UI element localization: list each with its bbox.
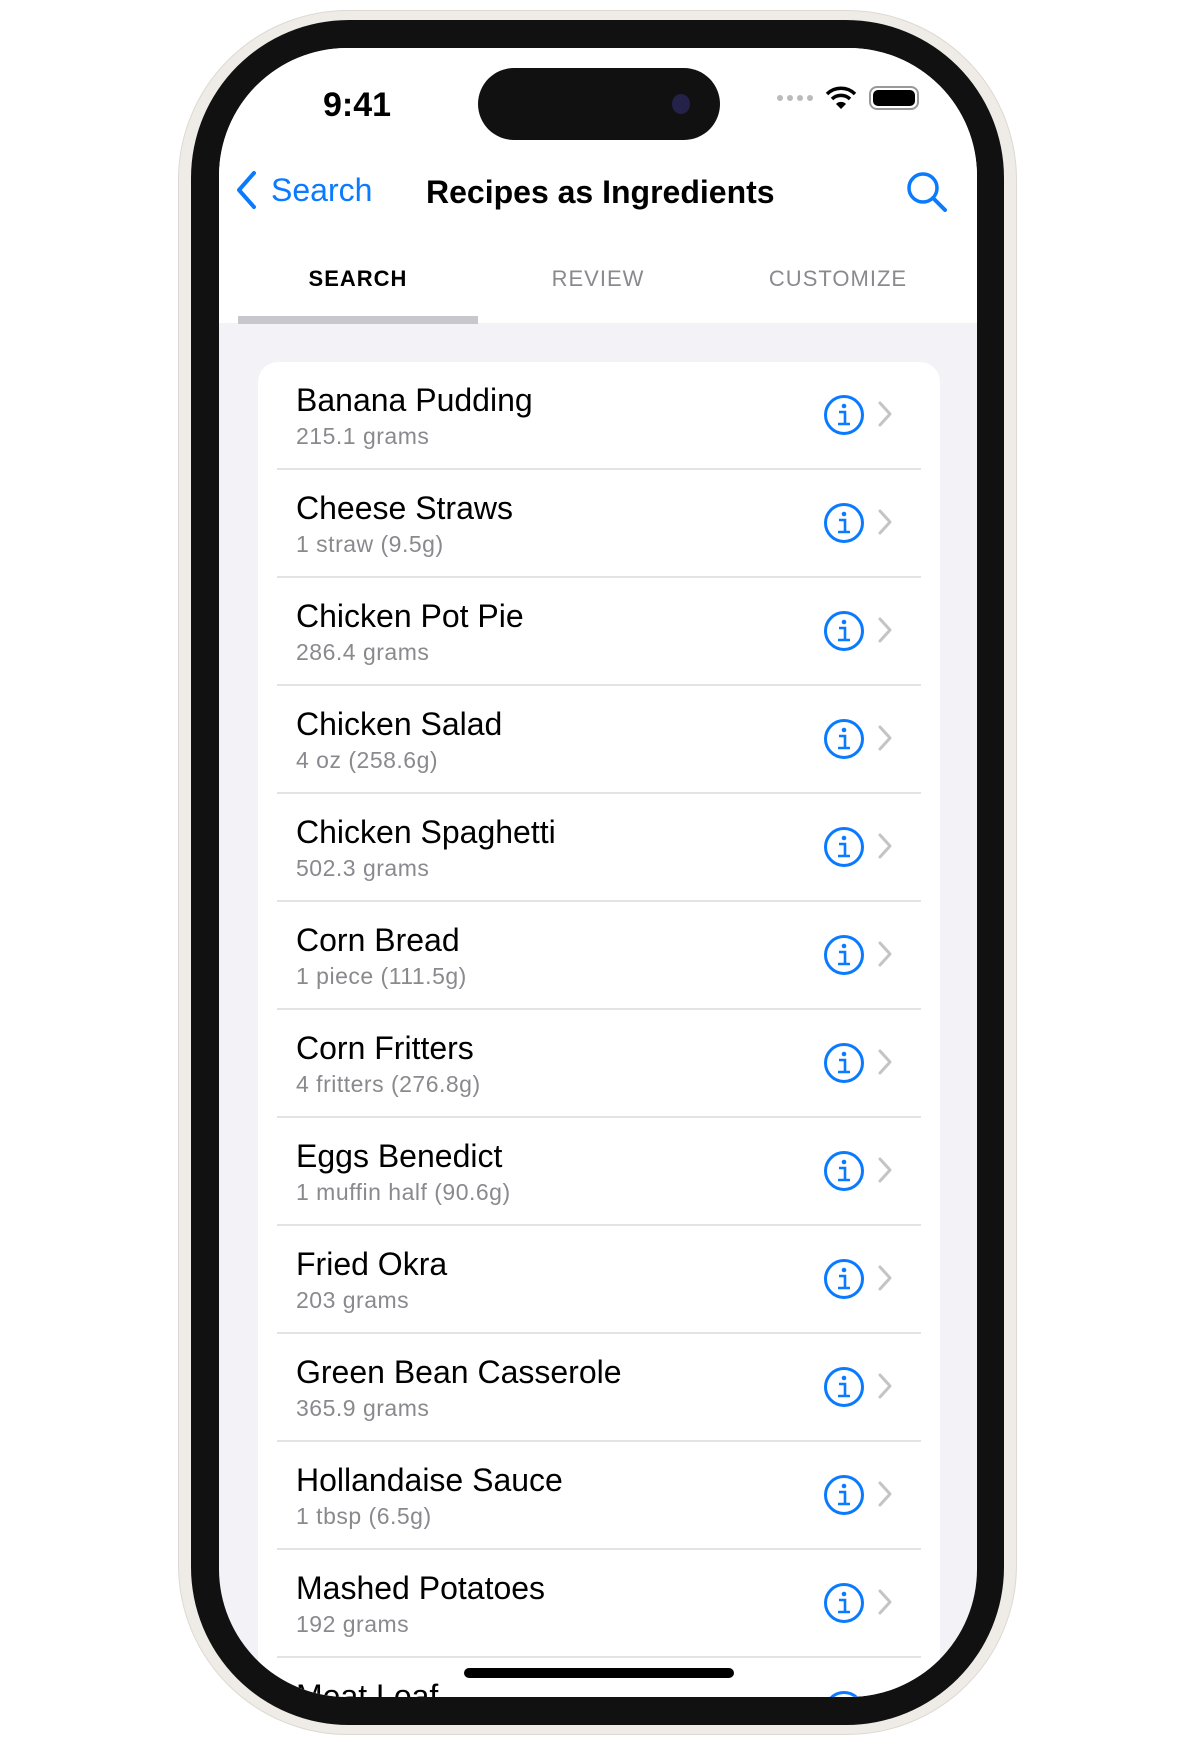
info-icon[interactable]	[823, 1366, 865, 1408]
info-icon[interactable]	[823, 502, 865, 544]
recipe-serving: 192 grams	[296, 1611, 410, 1637]
back-button[interactable]: Search	[235, 170, 372, 210]
list-item[interactable]: Chicken Salad 4 oz (258.6g)	[277, 686, 921, 794]
recipe-serving: 1 tbsp (6.5g)	[296, 1503, 432, 1529]
recipe-name: Fried Okra	[296, 1246, 448, 1282]
status-time: 9:41	[323, 86, 392, 124]
chevron-right-icon	[878, 1049, 892, 1075]
list-item[interactable]: Cheese Straws 1 straw (9.5g)	[277, 470, 921, 578]
list-item[interactable]: Hollandaise Sauce 1 tbsp (6.5g)	[277, 1442, 921, 1550]
recipe-serving: 215.1 grams	[296, 423, 430, 449]
signal-icon	[777, 95, 813, 101]
chevron-right-icon	[878, 1481, 892, 1507]
recipe-serving: 365.9 grams	[296, 1395, 430, 1421]
list-item[interactable]: Corn Fritters 4 fritters (276.8g)	[277, 1010, 921, 1118]
chevron-right-icon	[878, 1589, 892, 1615]
list-item[interactable]: Mashed Potatoes 192 grams	[277, 1550, 921, 1658]
recipe-serving: 1 muffin half (90.6g)	[296, 1179, 511, 1205]
chevron-right-icon	[878, 1265, 892, 1291]
recipe-name: Banana Pudding	[296, 382, 533, 418]
info-icon[interactable]	[823, 826, 865, 868]
recipe-serving: 4 oz (258.6g)	[296, 747, 439, 773]
info-icon[interactable]	[823, 718, 865, 760]
search-icon[interactable]	[905, 170, 949, 214]
chevron-right-icon	[878, 725, 892, 751]
list-item[interactable]: Banana Pudding 215.1 grams	[277, 362, 921, 470]
list-item[interactable]: Fried Okra 203 grams	[277, 1226, 921, 1334]
chevron-right-icon	[878, 941, 892, 967]
chevron-right-icon	[878, 401, 892, 427]
info-icon[interactable]	[823, 1690, 865, 1697]
list-item[interactable]: Eggs Benedict 1 muffin half (90.6g)	[277, 1118, 921, 1226]
header: 9:41 Search Recipes as Ingredients SEARC…	[219, 48, 977, 324]
info-icon[interactable]	[823, 610, 865, 652]
recipe-serving: 286.4 grams	[296, 639, 430, 665]
list-item[interactable]: Chicken Spaghetti 502.3 grams	[277, 794, 921, 902]
info-icon[interactable]	[823, 394, 865, 436]
list-item[interactable]: Corn Bread 1 piece (111.5g)	[277, 902, 921, 1010]
screen: 9:41 Search Recipes as Ingredients SEARC…	[219, 48, 977, 1697]
camera-icon	[672, 94, 690, 114]
info-icon[interactable]	[823, 1258, 865, 1300]
recipe-name: Chicken Salad	[296, 706, 503, 742]
tab-search[interactable]: SEARCH	[238, 266, 478, 292]
list-item[interactable]: Chicken Pot Pie 286.4 grams	[277, 578, 921, 686]
recipe-name: Chicken Pot Pie	[296, 598, 524, 634]
status-icons	[777, 86, 919, 110]
recipe-name: Hollandaise Sauce	[296, 1462, 563, 1498]
recipe-name: Cheese Straws	[296, 490, 513, 526]
battery-icon	[869, 86, 919, 110]
recipe-serving: 4 fritters (276.8g)	[296, 1071, 481, 1097]
chevron-left-icon	[237, 171, 256, 209]
home-indicator[interactable]	[464, 1668, 734, 1678]
recipe-name: Chicken Spaghetti	[296, 814, 556, 850]
info-icon[interactable]	[823, 934, 865, 976]
info-icon[interactable]	[823, 1474, 865, 1516]
list-item[interactable]: Green Bean Casserole 365.9 grams	[277, 1334, 921, 1442]
recipe-name: Green Bean Casserole	[296, 1354, 622, 1390]
recipe-serving: 203 grams	[296, 1287, 410, 1313]
recipe-serving: 1 straw (9.5g)	[296, 531, 444, 557]
info-icon[interactable]	[823, 1150, 865, 1192]
chevron-right-icon	[878, 1373, 892, 1399]
info-icon[interactable]	[823, 1042, 865, 1084]
tab-review[interactable]: REVIEW	[478, 266, 718, 292]
recipe-name: Eggs Benedict	[296, 1138, 503, 1174]
recipe-name: Mashed Potatoes	[296, 1570, 546, 1606]
tab-customize[interactable]: CUSTOMIZE	[718, 266, 958, 292]
recipe-list: Banana Pudding 215.1 grams Cheese Straws…	[258, 362, 940, 1697]
recipe-serving: 1 piece (111.5g)	[296, 963, 467, 989]
dynamic-island	[478, 68, 720, 140]
chevron-right-icon	[877, 1696, 893, 1697]
chevron-right-icon	[878, 509, 892, 535]
wifi-icon	[825, 86, 857, 109]
chevron-right-icon	[878, 617, 892, 643]
recipe-serving: 502.3 grams	[296, 855, 430, 881]
chevron-right-icon	[878, 1157, 892, 1183]
recipe-name: Corn Fritters	[296, 1030, 474, 1066]
page-title: Recipes as Ingredients	[426, 174, 775, 210]
tab-bar: SEARCH REVIEW CUSTOMIZE	[219, 266, 977, 292]
back-label: Search	[271, 171, 373, 208]
tab-indicator	[238, 316, 478, 324]
chevron-right-icon	[878, 833, 892, 859]
recipe-name: Meat Loaf	[296, 1678, 439, 1697]
recipe-name: Corn Bread	[296, 922, 460, 958]
info-icon[interactable]	[823, 1582, 865, 1624]
